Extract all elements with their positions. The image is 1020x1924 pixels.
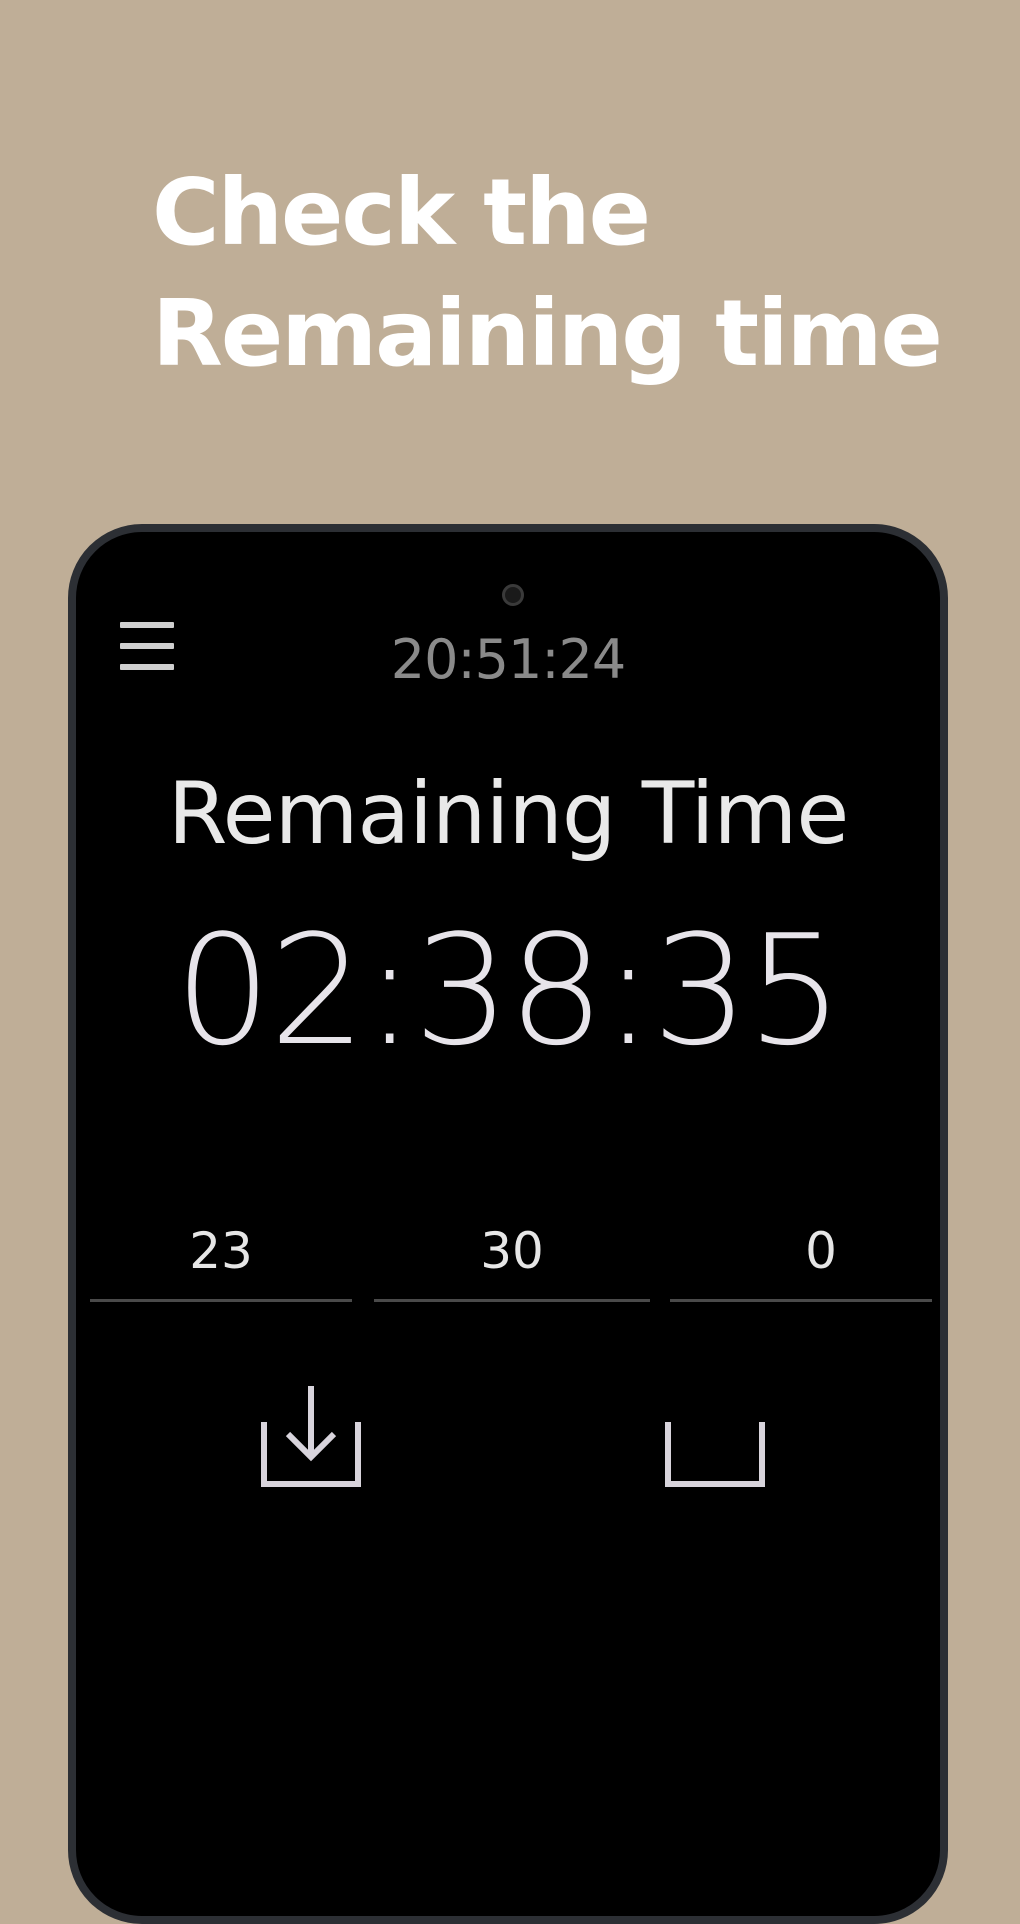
empty-tray-icon [665,1422,765,1487]
hours-input-value: 23 [189,1222,253,1280]
remaining-time-label: Remaining Time [167,764,849,864]
seconds-input-value: 0 [805,1222,837,1280]
status-clock: 20:51:24 [390,628,627,691]
tray-button[interactable] [660,1382,770,1492]
seconds-input-underline [670,1299,932,1302]
minutes-input-value: 30 [480,1222,544,1280]
minutes-input-underline [374,1299,650,1302]
promo-headline-line-1: Check the [152,159,651,266]
phone-frame: 20:51:24 Remaining Time 02:38:35 23 30 0 [68,524,948,1924]
seconds-input[interactable]: 0 [670,1222,932,1302]
import-button[interactable] [256,1382,366,1492]
promo-headline: Check the Remaining time [152,152,943,394]
hours-input[interactable]: 23 [90,1222,352,1302]
minutes-input[interactable]: 30 [374,1222,650,1302]
download-tray-icon [261,1386,361,1487]
remaining-time-value: 02:38:35 [174,902,844,1079]
front-camera [502,584,524,606]
hours-input-underline [90,1299,352,1302]
promo-headline-line-2: Remaining time [152,280,943,387]
